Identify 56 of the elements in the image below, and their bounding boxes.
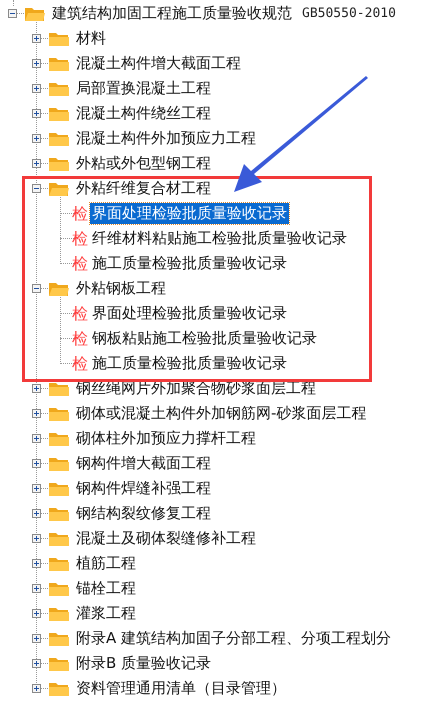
tree-item[interactable]: 外粘钢板工程 (74, 278, 168, 299)
expand-icon[interactable] (32, 559, 40, 568)
expand-icon[interactable] (32, 109, 40, 118)
expand-icon[interactable] (32, 634, 40, 643)
expand-icon[interactable] (32, 684, 40, 693)
record-icon: 检 (72, 230, 88, 246)
tree-item[interactable]: 附录B 质量验收记录 (74, 653, 214, 674)
collapse-icon[interactable] (8, 9, 16, 18)
expand-icon[interactable] (32, 609, 40, 618)
expand-icon[interactable] (32, 134, 40, 143)
tree-item[interactable]: 钢构件焊缝补强工程 (74, 478, 213, 499)
expand-icon[interactable] (32, 509, 40, 518)
expand-icon[interactable] (32, 59, 40, 68)
tree-item[interactable]: 界面处理检验批质量验收记录 (90, 303, 289, 324)
record-icon: 检 (72, 206, 88, 222)
tree-item[interactable]: 钢板粘贴施工检验批质量验收记录 (90, 328, 319, 349)
tree-item[interactable]: 建筑结构加固工程施工质量验收规范 (50, 3, 294, 24)
record-icon: 检 (72, 330, 88, 346)
tree-item[interactable]: 混凝土及砌体裂缝修补工程 (74, 528, 258, 549)
tree-item[interactable]: 混凝土构件增大截面工程 (74, 53, 243, 74)
tree-item[interactable]: 材料 (74, 28, 108, 49)
tree-item[interactable]: 植筋工程 (74, 553, 138, 574)
tree-item[interactable]: 外粘纤维复合材工程 (74, 178, 213, 199)
expand-icon[interactable] (32, 34, 40, 43)
collapse-icon[interactable] (32, 184, 40, 193)
record-icon: 检 (72, 306, 88, 322)
tree-item[interactable]: 外粘或外包型钢工程 (74, 153, 213, 174)
collapse-icon[interactable] (32, 284, 40, 293)
expand-icon[interactable] (32, 384, 40, 393)
tree-item[interactable]: 施工质量检验批质量验收记录 (90, 253, 289, 274)
standard-code: GB50550-2010 (302, 6, 396, 21)
expand-icon[interactable] (32, 159, 40, 168)
tree-item[interactable]: 界面处理检验批质量验收记录 (90, 203, 289, 224)
tree-item[interactable]: 钢构件增大截面工程 (74, 453, 213, 474)
expand-icon[interactable] (32, 484, 40, 493)
tree-item[interactable]: 施工质量检验批质量验收记录 (90, 353, 289, 374)
tree-item[interactable]: 灌浆工程 (74, 603, 138, 624)
record-icon: 检 (72, 256, 88, 272)
tree-item[interactable]: 混凝土构件绕丝工程 (74, 103, 213, 124)
tree-item[interactable]: 砌体或混凝土构件外加钢筋网-砂浆面层工程 (74, 403, 368, 424)
tree-item[interactable]: 砌体柱外加预应力撑杆工程 (74, 428, 258, 449)
tree-item[interactable]: 混凝土构件外加预应力工程 (74, 128, 258, 149)
tree-item[interactable]: 资料管理通用清单（目录管理） (74, 678, 288, 699)
record-icon: 检 (72, 356, 88, 372)
expand-icon[interactable] (32, 659, 40, 668)
tree-item[interactable]: 局部置换混凝土工程 (74, 78, 213, 99)
tree-item[interactable]: 附录A 建筑结构加固子分部工程、分项工程划分 (74, 628, 394, 649)
expand-icon[interactable] (32, 584, 40, 593)
expand-icon[interactable] (32, 409, 40, 418)
expand-icon[interactable] (32, 434, 40, 443)
expand-icon[interactable] (32, 459, 40, 468)
tree-item[interactable]: 钢结构裂纹修复工程 (74, 503, 213, 524)
expand-icon[interactable] (32, 84, 40, 93)
expand-icon[interactable] (32, 534, 40, 543)
tree-item[interactable]: 纤维材料粘贴施工检验批质量验收记录 (90, 228, 349, 249)
tree-item[interactable]: 锚栓工程 (74, 578, 138, 599)
